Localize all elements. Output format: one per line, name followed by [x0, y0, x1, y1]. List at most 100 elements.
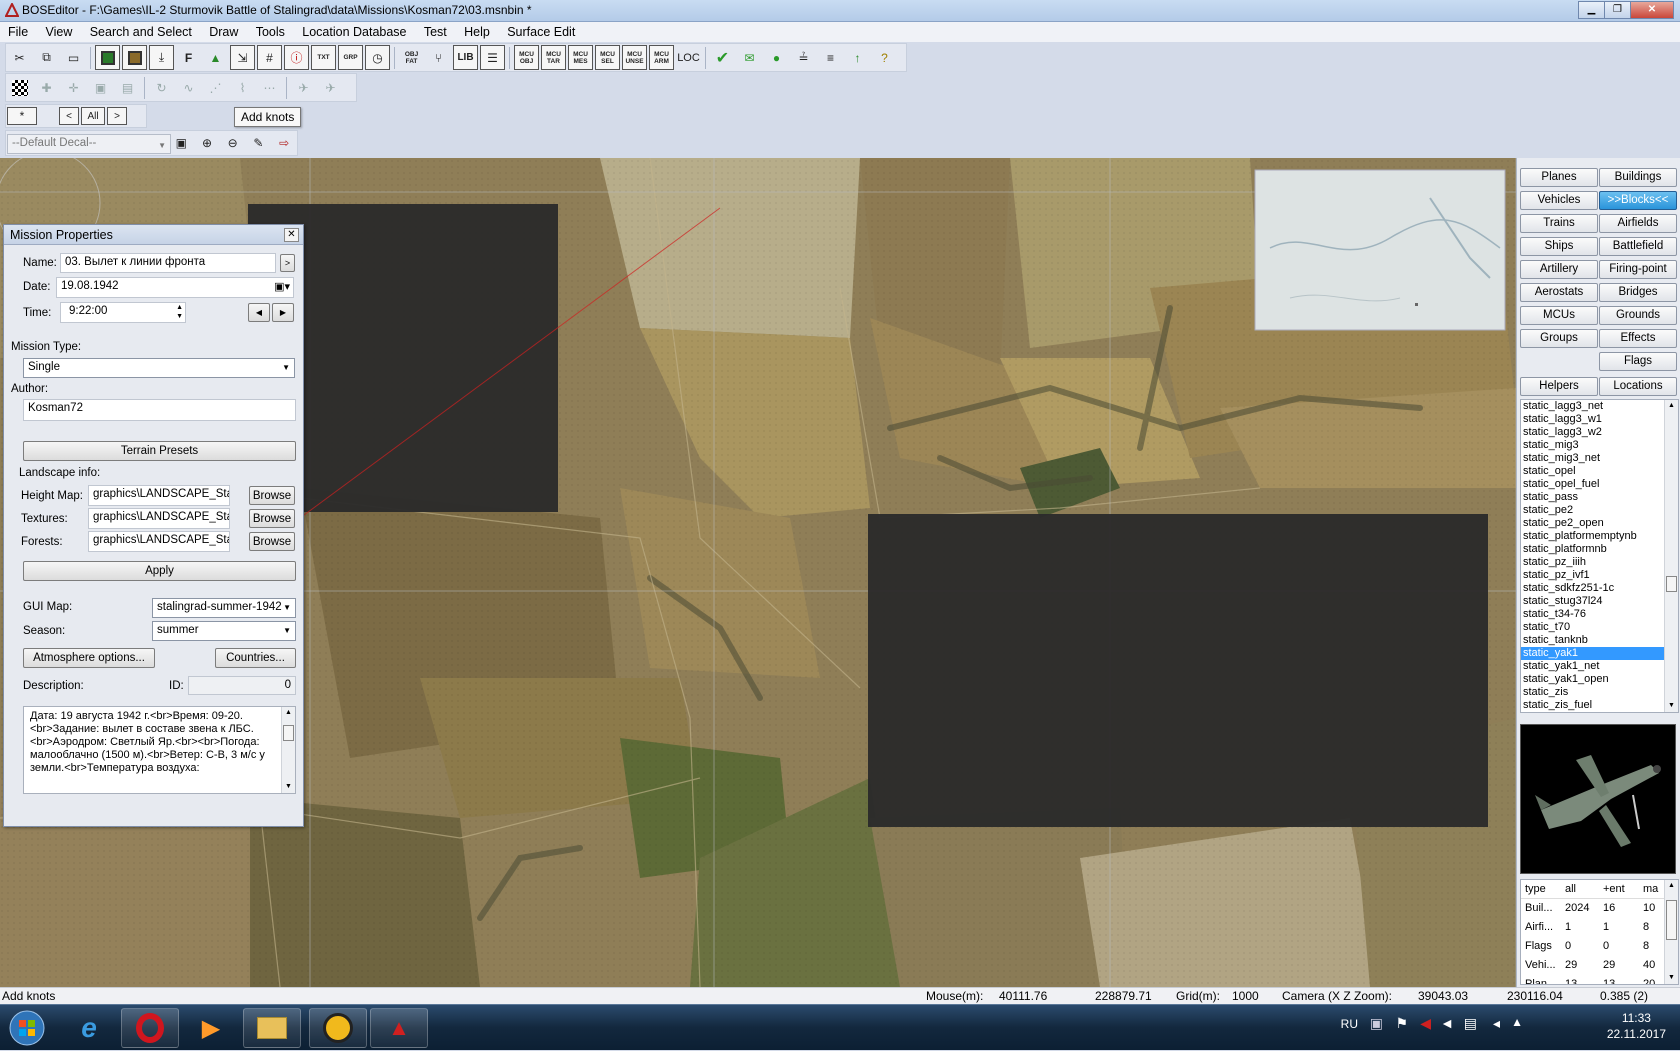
taskbar-boseditor[interactable]: ▲ [370, 1008, 428, 1048]
list-item[interactable]: static_mig3_net [1521, 452, 1678, 465]
height-map-browse-button[interactable]: Browse [249, 486, 295, 505]
next-button[interactable]: > [107, 107, 127, 125]
add-point-icon[interactable]: ✚ [34, 75, 59, 100]
list-item[interactable]: static_lagg3_w1 [1521, 413, 1678, 426]
mcus-button[interactable]: MCUs [1520, 306, 1598, 325]
list-item[interactable]: static_opel_fuel [1521, 478, 1678, 491]
add-points-icon[interactable]: ✛ [61, 75, 86, 100]
list-item[interactable]: static_lagg3_net [1521, 400, 1678, 413]
season-select[interactable]: summer ▼ [152, 621, 296, 641]
flag-icon[interactable]: ⚑ [1395, 1015, 1408, 1032]
decal-view-icon[interactable]: ▣ [169, 131, 193, 156]
axis-icon[interactable]: ⇲ [230, 45, 255, 70]
list-item[interactable]: static_zis_fuel [1521, 699, 1678, 712]
trains-button[interactable]: Trains [1520, 214, 1598, 233]
pencil-icon[interactable]: ✎ [247, 131, 271, 156]
checker-icon[interactable] [7, 75, 32, 100]
time-prev-button[interactable]: ◀ [248, 303, 270, 322]
mcu-arm-icon[interactable]: MCU ARM [649, 45, 674, 70]
rotate-icon[interactable]: ↻ [149, 75, 174, 100]
tray-app-icon[interactable]: ▣ [1370, 1015, 1383, 1032]
mcu-tar-icon[interactable]: MCU TAR [541, 45, 566, 70]
apply-button[interactable]: Apply [23, 561, 296, 581]
author-field[interactable]: Kosman72 [23, 399, 296, 421]
cut-icon[interactable]: ✂ [7, 45, 32, 70]
list-item[interactable]: static_pass [1521, 491, 1678, 504]
buildings-button[interactable]: Buildings [1599, 168, 1677, 187]
aerostats-button[interactable]: Aerostats [1520, 283, 1598, 302]
height-map-field[interactable]: graphics\LANDSCAPE_Stalin [88, 485, 230, 506]
name-expand-button[interactable]: > [280, 254, 295, 272]
list-item[interactable]: static_tanknb [1521, 634, 1678, 647]
gui-map-select[interactable]: stalingrad-summer-1942 ▼ [152, 598, 296, 618]
calendar-icon[interactable]: ▣▾ [274, 280, 290, 293]
help-icon[interactable]: ? [872, 45, 897, 70]
network-icon[interactable]: ▤ [1464, 1015, 1477, 1032]
star-button[interactable]: * [7, 107, 37, 125]
grid-icon[interactable]: # [257, 45, 282, 70]
plane-edit-icon[interactable]: ✈ [318, 75, 343, 100]
forests-field[interactable]: graphics\LANDSCAPE_Stalin [88, 531, 230, 552]
ruler-icon[interactable]: ▭ [61, 45, 86, 70]
scroll-thumb[interactable] [1666, 576, 1677, 592]
start-button[interactable] [2, 1008, 52, 1048]
grounds-button[interactable]: Grounds [1599, 306, 1677, 325]
scroll-thumb[interactable] [283, 725, 294, 741]
list-item[interactable]: static_t34-76 [1521, 608, 1678, 621]
locations-button[interactable]: Locations [1599, 377, 1677, 396]
scroll-down-icon[interactable]: ▼ [1665, 700, 1678, 712]
list-item[interactable]: static_platformnb [1521, 543, 1678, 556]
taskbar-il2[interactable] [309, 1008, 367, 1048]
tree-icon[interactable]: ⑂ [426, 45, 451, 70]
menu-search-select[interactable]: Search and Select [82, 22, 198, 42]
maximize-button[interactable]: ❐ [1604, 1, 1631, 19]
list-item[interactable]: static_zis [1521, 686, 1678, 699]
taskbar-explorer[interactable] [243, 1008, 301, 1048]
list-item[interactable]: static_platformemptynb [1521, 530, 1678, 543]
table-row[interactable]: Airfi... 1 1 8 [1521, 918, 1678, 937]
ships-button[interactable]: Ships [1520, 237, 1598, 256]
stats-scrollbar[interactable]: ▲ ▼ [1664, 880, 1678, 984]
date-field[interactable]: 19.08.1942 ▣▾ [56, 277, 294, 298]
opera-tray-icon[interactable]: ◀ [1420, 1015, 1431, 1032]
time-spinner[interactable]: ▲ ▼ [176, 303, 183, 321]
texture-layer-icon[interactable] [122, 45, 147, 70]
object-fat-icon[interactable]: OBJ FAT [399, 45, 424, 70]
align-icon[interactable]: ≟ [791, 45, 816, 70]
scroll-down-icon[interactable]: ▼ [1665, 972, 1678, 984]
firing-point-button[interactable]: Firing-point [1599, 260, 1677, 279]
time-field[interactable]: 9:22:00 ▲ ▼ [60, 302, 186, 323]
info-icon[interactable]: ⓘ [284, 45, 309, 70]
list-item-selected[interactable]: static_yak1 [1521, 647, 1678, 660]
list-item[interactable]: static_t70 [1521, 621, 1678, 634]
prev-button[interactable]: < [59, 107, 79, 125]
clock-icon[interactable]: ◷ [365, 45, 390, 70]
knot-curve-icon[interactable]: ⌇ [230, 75, 255, 100]
check-icon[interactable]: ✔ [710, 45, 735, 70]
menu-view[interactable]: View [38, 22, 79, 42]
planes-button[interactable]: Planes [1520, 168, 1598, 187]
battlefield-button[interactable]: Battlefield [1599, 237, 1677, 256]
vehicles-button[interactable]: Vehicles [1520, 191, 1598, 210]
properties-icon[interactable]: ☰ [480, 45, 505, 70]
menu-file[interactable]: File [0, 22, 34, 42]
mail-icon[interactable]: ✉ [737, 45, 762, 70]
map-layer-icon[interactable] [95, 45, 120, 70]
scroll-up-icon[interactable]: ▲ [1665, 400, 1678, 412]
list-item[interactable]: static_mig3 [1521, 439, 1678, 452]
menu-draw[interactable]: Draw [201, 22, 244, 42]
mcu-unse-icon[interactable]: MCU UNSE [622, 45, 647, 70]
description-textarea[interactable]: Дата: 19 августа 1942 г.<br>Время: 09-20… [23, 706, 296, 794]
audio-icon[interactable]: ◄ [1440, 1015, 1454, 1031]
table-row[interactable]: Buil... 2024 16 10 [1521, 899, 1678, 918]
list-item[interactable]: static_pz_iiih [1521, 556, 1678, 569]
list-item[interactable]: static_opel [1521, 465, 1678, 478]
id-field[interactable]: 0 [188, 676, 296, 695]
countries-button[interactable]: Countries... [215, 648, 296, 668]
dot-icon[interactable]: ● [764, 45, 789, 70]
taskbar-opera[interactable] [121, 1008, 179, 1048]
font-icon[interactable]: F [176, 45, 201, 70]
list-item[interactable]: static_yak1_net [1521, 660, 1678, 673]
menu-location-database[interactable]: Location Database [294, 22, 412, 42]
helpers-button[interactable]: Helpers [1520, 377, 1598, 396]
